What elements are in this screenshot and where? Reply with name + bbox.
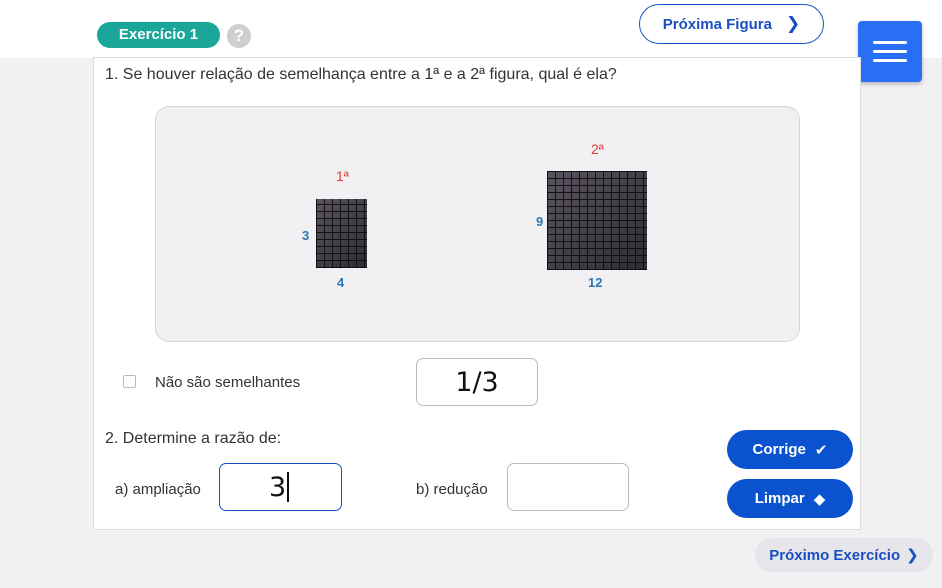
menu-line-icon — [873, 41, 907, 44]
figure-2-image — [547, 171, 647, 270]
amplification-value: 3 — [269, 471, 287, 503]
similarity-answer-field[interactable]: 1/3 — [416, 358, 538, 406]
eraser-icon: ◆ — [813, 490, 826, 508]
menu-line-icon — [873, 59, 907, 62]
limpar-label: Limpar — [754, 490, 805, 507]
next-exercise-label: Próximo Exercício — [769, 546, 901, 564]
exercise-badge: Exercício 1 — [97, 22, 220, 48]
figure-2-side-label: 9 — [536, 214, 544, 229]
figure-2-bottom-label: 12 — [588, 275, 603, 290]
not-similar-checkbox[interactable] — [123, 375, 136, 388]
chevron-right-icon: ❯ — [785, 14, 801, 33]
figure-1-label: 1ª — [336, 168, 349, 184]
figure-2-label: 2ª — [591, 141, 604, 157]
corrige-label: Corrige — [752, 441, 806, 458]
chevron-right-icon: ❯ — [906, 547, 919, 564]
limpar-button[interactable]: Limpar ◆ — [727, 479, 853, 518]
question-1-text: 1. Se houver relação de semelhança entre… — [105, 66, 617, 83]
reduction-label: b) redução — [416, 481, 488, 498]
figure-1-bottom-label: 4 — [337, 275, 345, 290]
text-caret — [287, 472, 289, 502]
hamburger-menu-button[interactable] — [858, 21, 922, 82]
amplification-input[interactable]: 3 — [219, 463, 342, 511]
next-exercise-button[interactable]: Próximo Exercício ❯ — [755, 538, 933, 572]
question-2-text: 2. Determine a razão de: — [105, 430, 282, 447]
not-similar-label: Não são semelhantes — [155, 374, 301, 391]
next-figure-button[interactable]: Próxima Figura ❯ — [639, 4, 824, 44]
corrige-button[interactable]: Corrige ✔ — [727, 430, 853, 469]
checkmark-icon: ✔ — [814, 441, 828, 459]
amplification-label: a) ampliação — [115, 481, 201, 498]
figure-comparison-panel: 1ª 3 4 2ª 9 12 — [155, 106, 800, 342]
next-figure-label: Próxima Figura — [662, 15, 772, 33]
figure-1-image — [316, 199, 367, 268]
help-icon[interactable]: ? — [227, 24, 251, 48]
figure-1-side-label: 3 — [302, 228, 310, 243]
reduction-input[interactable] — [507, 463, 629, 511]
menu-line-icon — [873, 50, 907, 53]
